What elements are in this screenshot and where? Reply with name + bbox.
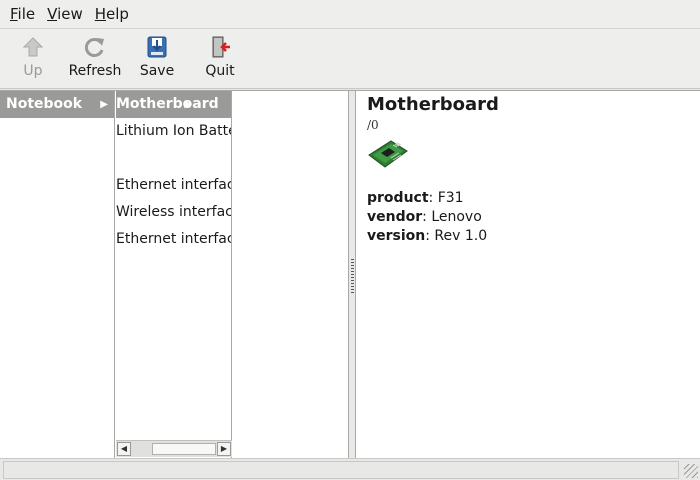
- menu-help[interactable]: Help: [89, 0, 135, 28]
- status-bar: [0, 458, 700, 480]
- column-1: Notebook ▶: [0, 91, 115, 459]
- quit-button[interactable]: Quit: [202, 35, 238, 85]
- refresh-icon: [83, 35, 107, 59]
- properties-list: product: F31 vendor: Lenovo version: Rev…: [367, 189, 690, 246]
- detail-pane: Motherboard /0 product: F31 vendor: Leno…: [357, 91, 700, 459]
- scroll-right-icon[interactable]: ▶: [217, 442, 231, 456]
- drag-handle-icon[interactable]: [351, 259, 354, 293]
- menu-view[interactable]: View: [41, 0, 89, 28]
- status-text-area: [3, 461, 679, 479]
- menu-bar: File View Help: [0, 0, 700, 28]
- prop-vendor: vendor: Lenovo: [367, 209, 482, 225]
- toolbar: Up Refresh Save Quit: [0, 28, 700, 89]
- device-path: /0: [367, 118, 379, 132]
- detail-title: Motherboard: [367, 94, 499, 115]
- prop-version: version: Rev 1.0: [367, 228, 488, 244]
- refresh-button[interactable]: Refresh: [66, 35, 124, 85]
- main-area: Notebook ▶ Motherboard ▶ Lithium Ion Bat…: [0, 90, 700, 459]
- tree-item-notebook[interactable]: Notebook ▶: [0, 91, 114, 118]
- tree-item-motherboard[interactable]: Motherboard ▶: [116, 91, 231, 118]
- expand-arrow-icon: ▶: [184, 99, 192, 110]
- save-icon: [145, 35, 169, 59]
- save-button[interactable]: Save: [138, 35, 176, 85]
- scroll-left-icon[interactable]: ◀: [117, 442, 131, 456]
- column-3: [233, 91, 348, 459]
- prop-product: product: F31: [367, 190, 464, 206]
- up-arrow-icon: [21, 35, 45, 59]
- tree-item-battery[interactable]: Lithium Ion Battery: [116, 118, 231, 145]
- tree-item-ethernet-2[interactable]: Ethernet interface: [116, 226, 231, 253]
- tree-item-ethernet-1[interactable]: Ethernet interface: [116, 172, 231, 199]
- resize-grip-icon[interactable]: [684, 464, 698, 478]
- up-button[interactable]: Up: [18, 35, 48, 85]
- horizontal-scrollbar[interactable]: ◀ ▶: [116, 440, 232, 457]
- menu-file[interactable]: File: [4, 0, 41, 28]
- column-2: Motherboard ▶ Lithium Ion Battery Ethern…: [116, 91, 232, 459]
- pane-separator[interactable]: [348, 91, 356, 459]
- scroll-thumb[interactable]: [152, 443, 216, 455]
- motherboard-icon: [367, 137, 409, 169]
- tree-item-blank[interactable]: [116, 145, 231, 172]
- expand-arrow-icon: ▶: [100, 99, 108, 110]
- tree-item-wireless[interactable]: Wireless interface: [116, 199, 231, 226]
- exit-door-icon: [208, 35, 232, 59]
